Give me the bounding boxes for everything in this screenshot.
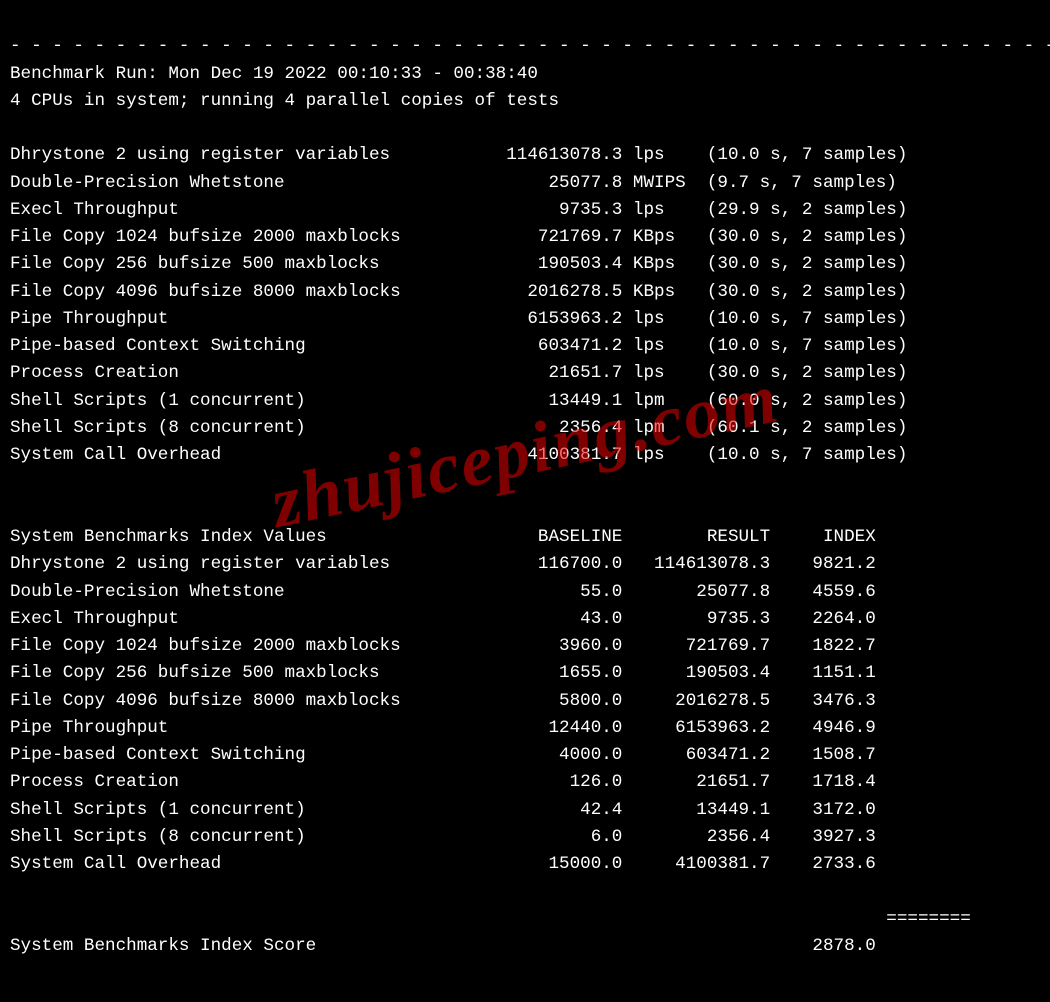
result-row: Dhrystone 2 using register variables 114… bbox=[10, 145, 907, 165]
result-row: System Call Overhead 4100381.7 lps (10.0… bbox=[10, 445, 907, 465]
index-row: Execl Throughput 43.0 9735.3 2264.0 bbox=[10, 609, 876, 629]
index-block: Dhrystone 2 using register variables 116… bbox=[10, 551, 1040, 878]
result-row: Process Creation 21651.7 lps (30.0 s, 2 … bbox=[10, 363, 907, 383]
index-row: Shell Scripts (8 concurrent) 6.0 2356.4 … bbox=[10, 827, 876, 847]
result-row: Double-Precision Whetstone 25077.8 MWIPS… bbox=[10, 173, 897, 193]
index-row: File Copy 1024 bufsize 2000 maxblocks 39… bbox=[10, 636, 876, 656]
result-row: Shell Scripts (1 concurrent) 13449.1 lpm… bbox=[10, 391, 907, 411]
benchmark-run-line: Benchmark Run: Mon Dec 19 2022 00:10:33 … bbox=[10, 64, 538, 84]
result-row: Execl Throughput 9735.3 lps (29.9 s, 2 s… bbox=[10, 200, 907, 220]
score-line: System Benchmarks Index Score 2878.0 bbox=[10, 936, 876, 956]
result-row: Pipe Throughput 6153963.2 lps (10.0 s, 7… bbox=[10, 309, 907, 329]
cpu-line: 4 CPUs in system; running 4 parallel cop… bbox=[10, 91, 559, 111]
index-row: Shell Scripts (1 concurrent) 42.4 13449.… bbox=[10, 800, 876, 820]
result-row: Pipe-based Context Switching 603471.2 lp… bbox=[10, 336, 907, 356]
blank-line bbox=[10, 118, 21, 138]
index-row: File Copy 4096 bufsize 8000 maxblocks 58… bbox=[10, 691, 876, 711]
blank-line bbox=[10, 500, 21, 520]
index-row: System Call Overhead 15000.0 4100381.7 2… bbox=[10, 854, 876, 874]
terminal-output: - - - - - - - - - - - - - - - - - - - - … bbox=[0, 0, 1050, 1002]
index-row: Pipe-based Context Switching 4000.0 6034… bbox=[10, 745, 876, 765]
index-row: File Copy 256 bufsize 500 maxblocks 1655… bbox=[10, 663, 876, 683]
index-row: Dhrystone 2 using register variables 116… bbox=[10, 554, 876, 574]
result-row: File Copy 4096 bufsize 8000 maxblocks 20… bbox=[10, 282, 907, 302]
result-row: File Copy 256 bufsize 500 maxblocks 1905… bbox=[10, 254, 907, 274]
index-header-line: System Benchmarks Index Values BASELINE … bbox=[10, 527, 876, 547]
result-row: Shell Scripts (8 concurrent) 2356.4 lpm … bbox=[10, 418, 907, 438]
index-row: Process Creation 126.0 21651.7 1718.4 bbox=[10, 772, 876, 792]
results-block: Dhrystone 2 using register variables 114… bbox=[10, 142, 1040, 469]
divider-line: - - - - - - - - - - - - - - - - - - - - … bbox=[10, 36, 1050, 56]
result-row: File Copy 1024 bufsize 2000 maxblocks 72… bbox=[10, 227, 907, 247]
score-divider: ======== bbox=[10, 909, 971, 929]
index-row: Double-Precision Whetstone 55.0 25077.8 … bbox=[10, 582, 876, 602]
index-row: Pipe Throughput 12440.0 6153963.2 4946.9 bbox=[10, 718, 876, 738]
